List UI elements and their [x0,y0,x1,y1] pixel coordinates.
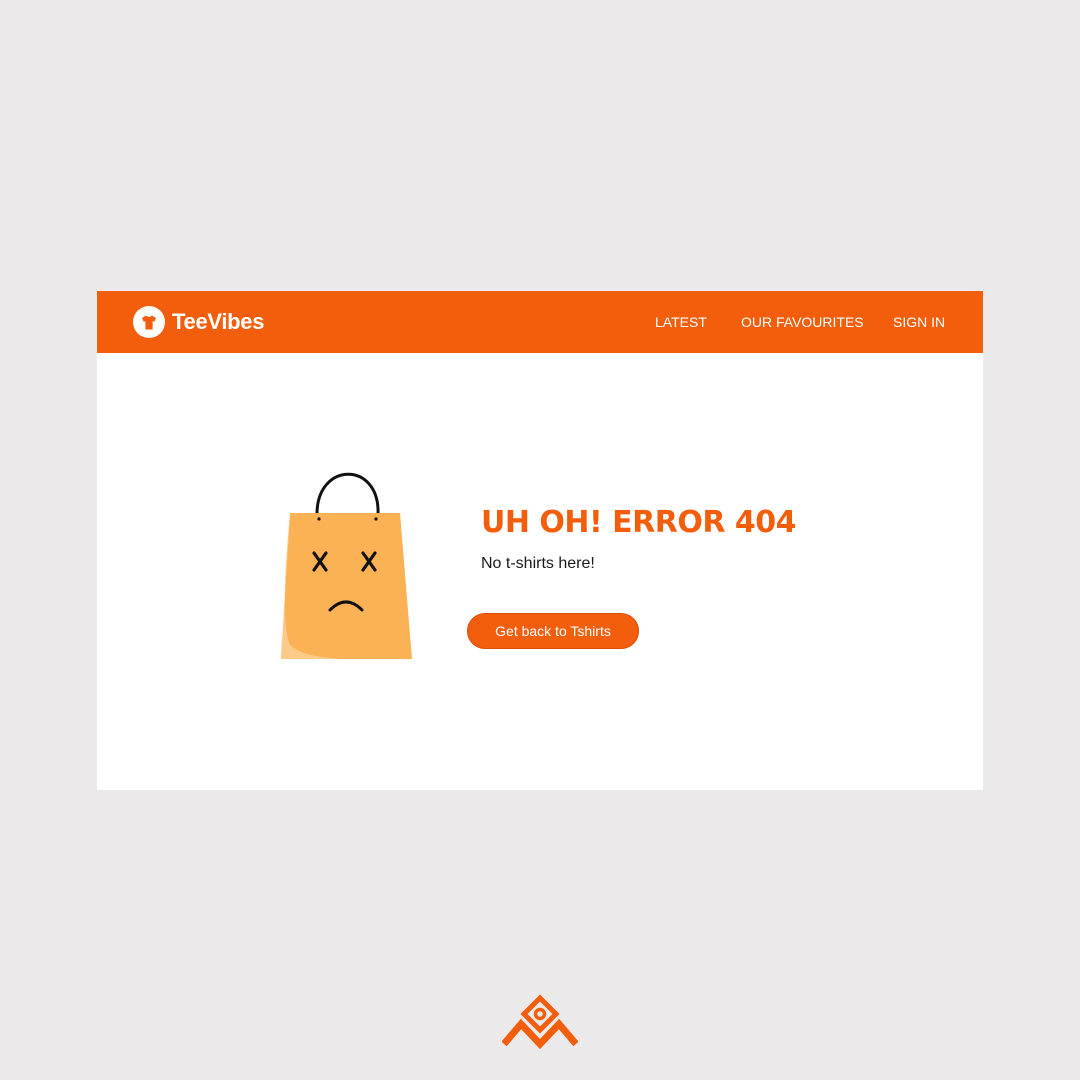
error-subtitle: No t-shirts here! [481,555,595,572]
brand-name: TeeVibes [172,309,265,334]
nav-our-favourites[interactable]: OUR FAVOURITES [741,314,864,330]
nav-sign-in[interactable]: SIGN IN [893,314,945,330]
sad-shopping-bag-icon [281,472,412,659]
browser-frame: TeeVibes LATEST OUR FAVOURITES SIGN IN U… [97,291,983,790]
navbar: TeeVibes LATEST OUR FAVOURITES SIGN IN [97,291,983,353]
tshirt-logo-icon [133,306,165,338]
nav-latest[interactable]: LATEST [655,314,707,330]
error-title: UH OH! ERROR 404 [481,505,797,540]
back-to-tshirts-button[interactable]: Get back to Tshirts [467,613,639,649]
brand-logo[interactable]: TeeVibes [133,306,264,338]
designer-logo-icon [502,994,578,1050]
